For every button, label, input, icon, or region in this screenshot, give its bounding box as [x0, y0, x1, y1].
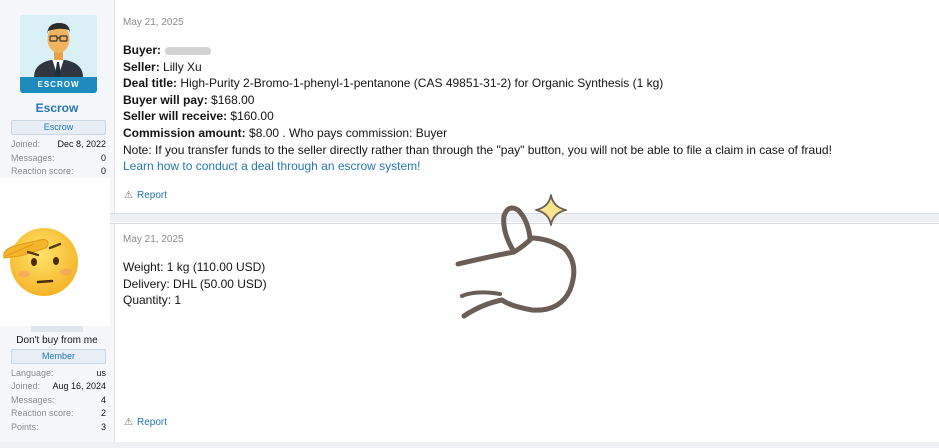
stat-language: Language: us [11, 368, 106, 378]
escrow-avatar[interactable]: ESCROW [20, 15, 97, 93]
deal-title-line: Deal title: High-Purity 2-Bromo-1-phenyl… [123, 76, 664, 91]
user-title: Don't buy from me [16, 335, 98, 346]
post-date[interactable]: May 21, 2025 [123, 234, 184, 245]
user-banner-member: Member [11, 349, 106, 364]
username-escrow[interactable]: Escrow [0, 101, 114, 115]
bottom-strip [0, 442, 939, 448]
stat-joined: Joined: Aug 16, 2024 [11, 381, 106, 391]
report-link[interactable]: ⚠ Report [124, 417, 167, 428]
stat-messages: Messages: 4 [11, 395, 106, 405]
post-date[interactable]: May 21, 2025 [123, 17, 184, 28]
post-escrow: ESCROW Escrow Escrow Joined: Dec 8, 2022… [0, 0, 939, 214]
fraud-note: Note: If you transfer funds to the selle… [123, 142, 832, 157]
seller-line: Seller: Lilly Xu [123, 59, 202, 74]
avatar-band-label: ESCROW [20, 77, 97, 93]
post-body: Buyer: Seller: Lilly Xu Deal title: High… [123, 42, 923, 175]
sparkle-icon [535, 194, 567, 226]
buyer-pay-line: Buyer will pay: $168.00 [123, 92, 255, 107]
stat-reaction-score: Reaction score: 2 [11, 408, 106, 418]
commission-line: Commission amount: $8.00 . Who pays comm… [123, 125, 448, 140]
escrow-guide-link[interactable]: Learn how to conduct a deal through an e… [123, 159, 421, 173]
stat-messages: Messages: 0 [11, 153, 106, 163]
report-link[interactable]: ⚠ Report [124, 190, 167, 201]
redacted-buyer [165, 46, 212, 55]
stat-joined: Joined: Dec 8, 2022 [11, 139, 106, 149]
user-banner-escrow: Escrow [11, 120, 106, 135]
warning-triangle-icon: ⚠ [124, 417, 133, 428]
saluting-face-emoji [3, 228, 78, 296]
emoji-overlay [0, 178, 110, 326]
buyer-line: Buyer: [123, 42, 923, 59]
warning-triangle-icon: ⚠ [124, 190, 133, 201]
seller-receive-line: Seller will receive: $160.00 [123, 109, 274, 124]
stat-points: Points: 3 [11, 422, 106, 432]
